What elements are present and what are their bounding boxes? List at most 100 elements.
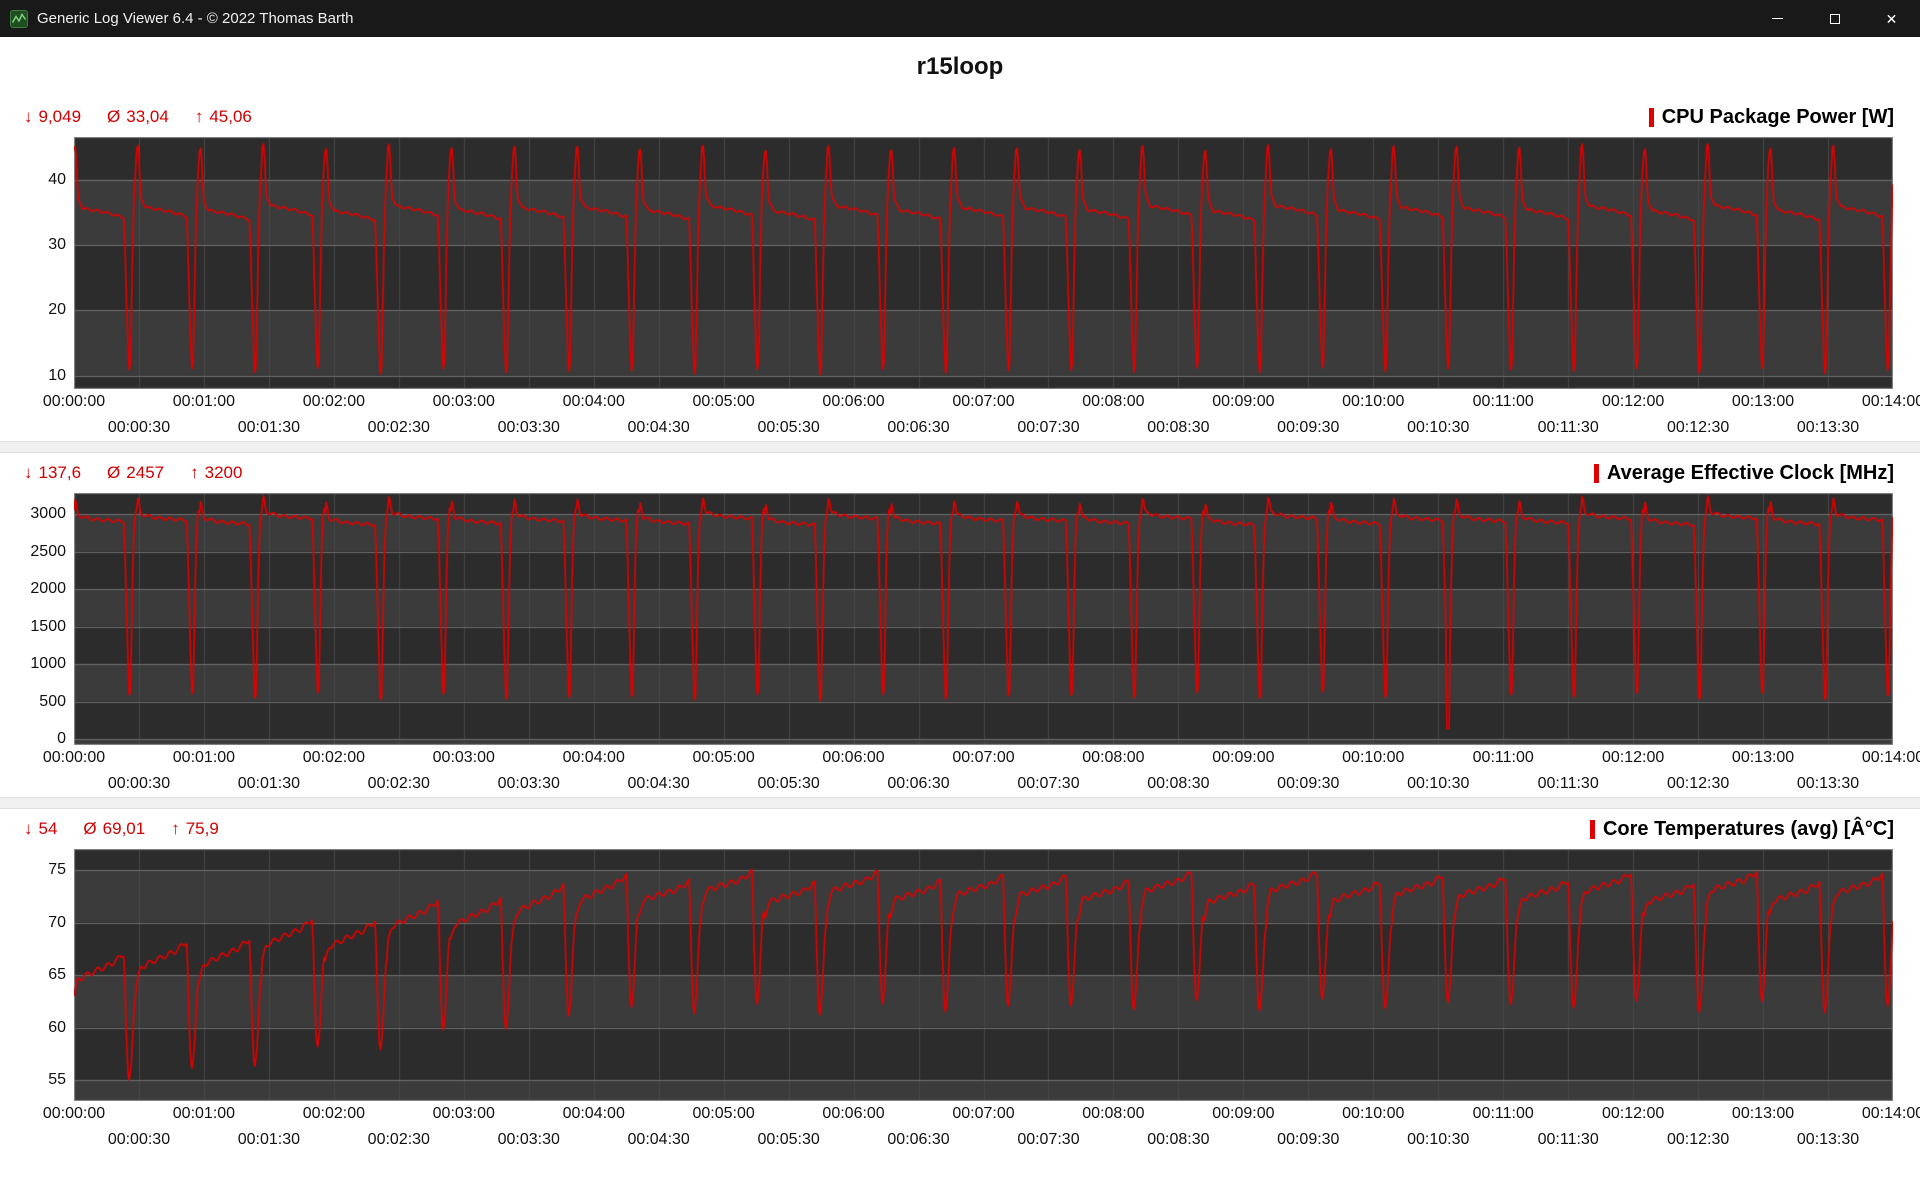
plot-area[interactable] [74, 849, 1893, 1101]
section-divider [0, 441, 1920, 453]
x-axis-tick-label: 00:05:00 [692, 393, 755, 410]
x-axis-tick-label: 00:07:30 [1017, 419, 1080, 436]
x-axis-tick-label: 00:03:00 [432, 749, 495, 766]
x-axis-tick-label: 00:07:30 [1017, 1131, 1080, 1148]
stat-avg-value: 2457 [126, 463, 165, 482]
x-axis-tick-label: 00:09:30 [1277, 775, 1340, 792]
x-axis-tick-label: 00:04:00 [562, 749, 625, 766]
x-axis-tick-label: 00:07:00 [952, 1105, 1015, 1122]
x-axis-tick-label: 00:08:00 [1082, 393, 1145, 410]
minimize-icon [1772, 18, 1783, 19]
chart-stats-row: ↓ 54 Ø 69,01 ↑ 75,9 Core Temperatures (avg)… [0, 809, 1920, 849]
x-axis-tick-label: 00:12:30 [1666, 775, 1730, 792]
x-axis-tick-label: 00:08:00 [1082, 749, 1145, 766]
min-arrow-icon: ↓ [24, 819, 33, 838]
y-axis-tick-label: 60 [48, 1018, 66, 1036]
chart-stats-row: ↓ 9,049 Ø 33,04 ↑ 45,06 CPU Package Power [… [0, 97, 1920, 137]
y-axis-tick-label: 75 [48, 861, 66, 878]
x-axis-tick-label: 00:13:00 [1731, 393, 1795, 410]
x-axis-tick-label: 00:06:30 [887, 775, 950, 792]
x-axis-tick-label: 00:13:00 [1731, 1105, 1795, 1122]
x-axis-tick-label: 00:10:00 [1342, 1105, 1405, 1122]
chart-stats: ↓ 9,049 Ø 33,04 ↑ 45,06 [24, 107, 252, 127]
x-axis-tick-label: 00:05:00 [692, 1105, 755, 1122]
x-axis-tick-label: 00:08:30 [1147, 419, 1210, 436]
minimize-button[interactable] [1749, 0, 1806, 37]
legend-color-bar-icon [1648, 107, 1654, 127]
x-axis-tick-label: 00:11:00 [1472, 393, 1534, 410]
y-axis-tick-label: 10 [48, 366, 66, 384]
x-axis-tick-label: 00:04:30 [627, 775, 690, 792]
x-axis-tick-label: 00:04:00 [562, 1105, 625, 1122]
chart-stats: ↓ 54 Ø 69,01 ↑ 75,9 [24, 819, 219, 839]
x-axis-tick-label: 00:10:30 [1407, 1131, 1470, 1148]
x-axis-tick-label: 00:02:00 [302, 1105, 365, 1122]
max-arrow-icon: ↑ [190, 463, 199, 482]
chart-title: CPU Package Power [W] [1661, 105, 1894, 128]
x-axis-tick-label: 00:04:30 [627, 419, 690, 436]
x-axis-tick-label: 00:12:00 [1602, 1105, 1665, 1122]
stat-min: ↓ 54 [24, 819, 57, 839]
x-axis-tick-label: 00:04:30 [627, 1131, 690, 1148]
x-axis-tick-label: 00:07:00 [952, 749, 1015, 766]
x-axis-tick-label: 00:10:00 [1342, 749, 1405, 766]
x-axis-tick-label: 00:05:00 [692, 749, 755, 766]
x-axis-tick-label: 00:05:30 [757, 1131, 820, 1148]
x-axis-tick-label: 00:04:00 [562, 393, 625, 410]
plot-area[interactable] [74, 493, 1893, 745]
x-axis-tick-label: 00:06:30 [887, 1131, 950, 1148]
stat-min-value: 137,6 [38, 463, 82, 482]
stat-avg: Ø 2457 [107, 463, 164, 483]
x-axis-tick-label: 00:13:30 [1796, 775, 1860, 792]
x-axis-tick-label: 00:07:00 [952, 393, 1015, 410]
chart-section-core-temperatures: ↓ 54 Ø 69,01 ↑ 75,9 Core Temperatures (avg)… [0, 809, 1920, 1153]
x-axis-tick-label: 00:08:30 [1147, 775, 1210, 792]
x-axis-tick-label: 00:03:30 [497, 1131, 560, 1148]
x-axis-tick-label: 00:05:30 [757, 419, 820, 436]
x-axis-tick-label: 00:10:30 [1407, 419, 1470, 436]
maximize-button[interactable] [1806, 0, 1863, 37]
x-axis-tick-label: 00:11:00 [1472, 749, 1534, 766]
y-axis-tick-label: 1500 [30, 617, 66, 635]
chart-canvas [74, 137, 1893, 389]
chart-title: Average Effective Clock [MHz] [1606, 461, 1894, 484]
stat-max-value: 45,06 [209, 107, 252, 126]
x-axis-tick-label: 00:00:30 [107, 419, 171, 436]
x-axis-tick-label: 00:01:30 [237, 419, 301, 436]
x-axis-tick-label: 00:02:30 [367, 1131, 430, 1148]
x-axis-tick-label: 00:06:00 [822, 393, 885, 410]
chart-section-cpu-package-power: ↓ 9,049 Ø 33,04 ↑ 45,06 CPU Package Power [… [0, 97, 1920, 441]
y-axis-labels: 10 20 30 40 [0, 137, 74, 389]
section-divider [0, 797, 1920, 809]
stat-min: ↓ 137,6 [24, 463, 81, 483]
stat-avg-value: 69,01 [102, 819, 146, 838]
x-axis-tick-label: 00:02:30 [367, 419, 430, 436]
x-axis-tick-label: 00:05:30 [757, 775, 820, 792]
x-axis-tick-label: 00:06:00 [822, 1105, 885, 1122]
x-axis-tick-label: 00:09:00 [1212, 749, 1275, 766]
x-axis-tick-label: 00:09:00 [1212, 393, 1275, 410]
legend-color-bar-icon [1589, 819, 1595, 839]
x-axis-labels-row2: 00:00:30 00:01:30 00:02:30 00:03:30 00:04:30… [74, 771, 1893, 797]
x-axis-labels-row1: 00:00:00 00:01:00 00:02:00 00:03:00 00:04:00… [43, 745, 1920, 771]
plot-area[interactable] [74, 137, 1893, 389]
x-axis-tick-label: 00:02:00 [302, 393, 365, 410]
x-axis-tick-label: 00:06:00 [822, 749, 885, 766]
x-axis-tick-label: 00:13:30 [1796, 1131, 1860, 1148]
legend-color-bar-icon [1593, 463, 1599, 483]
stat-min: ↓ 9,049 [24, 107, 81, 127]
x-axis-tick-label: 00:03:30 [497, 419, 560, 436]
x-axis-tick-label: 00:14:00 [1861, 1105, 1920, 1122]
y-axis-tick-label: 1000 [30, 655, 66, 672]
x-axis-tick-label: 00:00:30 [107, 775, 171, 792]
close-button[interactable]: ✕ [1863, 0, 1920, 37]
x-axis-tick-label: 00:03:00 [432, 1105, 495, 1122]
stat-avg: Ø 69,01 [83, 819, 145, 839]
x-axis-tick-label: 00:13:00 [1731, 749, 1795, 766]
avg-symbol-icon: Ø [107, 463, 121, 482]
y-axis-tick-label: 2000 [30, 580, 66, 597]
y-axis-tick-label: 20 [48, 301, 66, 319]
min-arrow-icon: ↓ [24, 107, 33, 126]
chart-canvas [74, 493, 1893, 745]
y-axis-tick-label: 40 [48, 170, 66, 188]
